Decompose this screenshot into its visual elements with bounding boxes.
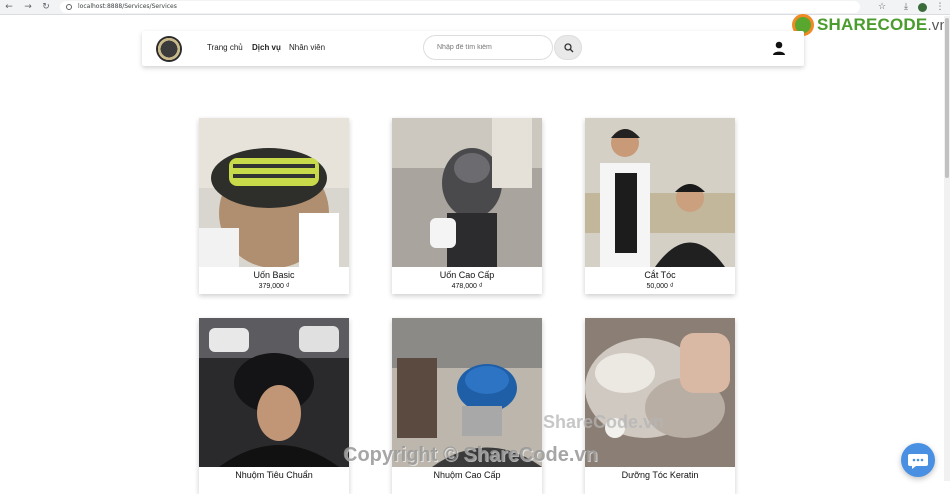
sharecode-logo: SHARECODE.vn [792, 12, 948, 38]
service-name: Nhuộm Tiêu Chuẩn [235, 470, 313, 480]
service-name: Cắt Tóc [644, 270, 676, 280]
search-input[interactable] [423, 35, 553, 60]
url-text: localhost:8888/Services/Services [78, 3, 177, 10]
service-price: 478,000 ₫ [451, 283, 483, 290]
site-info-icon[interactable] [66, 4, 72, 10]
page-scrollbar-thumb[interactable] [945, 18, 949, 178]
service-card[interactable]: Dưỡng Tóc Keratin [585, 318, 735, 494]
nav-staff[interactable]: Nhân viên [289, 43, 325, 52]
user-icon[interactable] [772, 41, 786, 55]
service-price: 50,000 ₫ [646, 283, 674, 290]
nav-home[interactable]: Trang chủ [207, 43, 243, 52]
service-name: Dưỡng Tóc Keratin [621, 470, 699, 480]
service-name: Uốn Basic [253, 270, 295, 280]
address-bar[interactable]: localhost:8888/Services/Services [60, 1, 860, 13]
chat-icon [908, 454, 928, 469]
sharecode-site-watermark: ShareCode.vn [543, 412, 665, 432]
service-card[interactable]: Cắt Tóc 50,000 ₫ [585, 118, 735, 294]
service-price [199, 482, 349, 494]
service-card[interactable]: Uốn Cao Cấp 478,000 ₫ [392, 118, 542, 294]
service-card[interactable]: Nhuộm Tiêu Chuẩn [199, 318, 349, 494]
profile-avatar[interactable] [918, 3, 927, 12]
service-price: 379,000 ₫ [258, 283, 290, 290]
service-card[interactable]: Nhuộm Cao Cấp [392, 318, 542, 494]
search-icon [564, 43, 574, 53]
back-icon[interactable]: ← [3, 1, 15, 13]
service-name: Uốn Cao Cấp [439, 270, 495, 280]
service-image[interactable] [199, 318, 349, 467]
sharecode-brand: SHARECODE [817, 15, 928, 34]
chat-button[interactable] [901, 443, 935, 477]
copyright-watermark: Copyright © ShareCode.vn [343, 444, 598, 466]
forward-icon[interactable]: → [22, 1, 34, 13]
service-price [392, 482, 542, 494]
site-navbar: Trang chủ Dịch vụ Nhân viên [142, 31, 804, 66]
service-image[interactable] [392, 118, 542, 267]
service-price [585, 482, 735, 494]
service-image[interactable] [199, 118, 349, 267]
reload-icon[interactable]: ↻ [40, 1, 52, 13]
service-image[interactable] [585, 318, 735, 467]
salon-logo[interactable] [156, 36, 182, 62]
nav-services[interactable]: Dịch vụ [252, 43, 281, 52]
service-image[interactable] [585, 118, 735, 267]
service-card[interactable]: Uốn Basic 379,000 ₫ [199, 118, 349, 294]
search-button[interactable] [554, 35, 582, 60]
service-name: Nhuộm Cao Cấp [433, 470, 501, 480]
